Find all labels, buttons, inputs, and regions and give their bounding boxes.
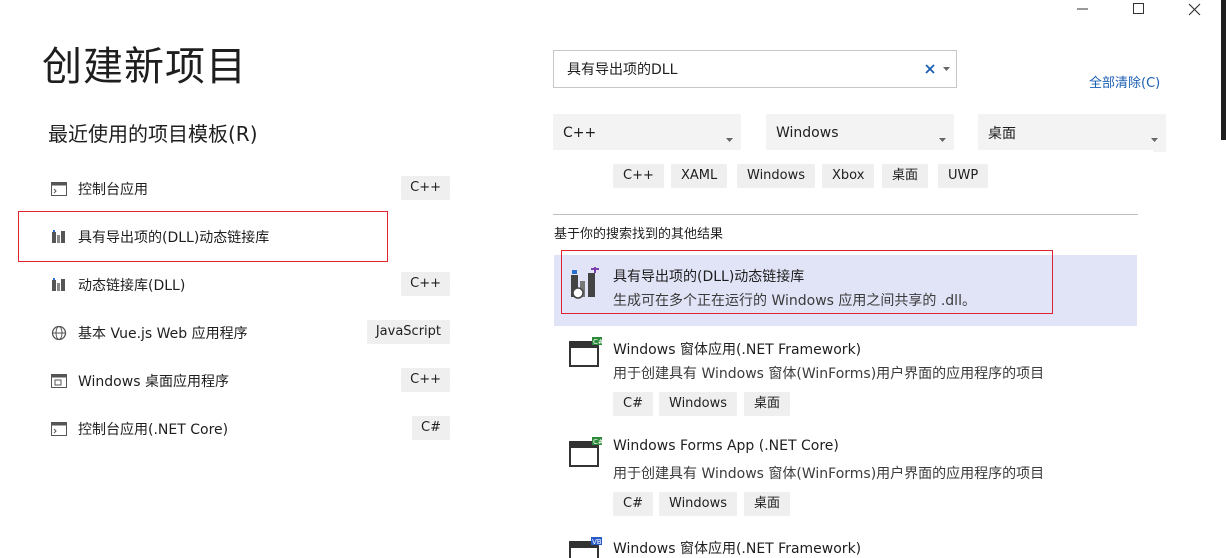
tag-chip: 桌面: [882, 164, 929, 188]
platform-filter[interactable]: Windows: [766, 114, 954, 152]
recent-item-label: 控制台应用: [78, 182, 148, 198]
result-item-winforms-netcore[interactable]: C# Windows Forms App (.NET Core) 用于创建具有 …: [554, 430, 1137, 525]
tag-chip: C#: [613, 492, 653, 516]
highlight-box: [561, 250, 1053, 314]
tag-chip: 桌面: [744, 492, 791, 516]
clear-all-link[interactable]: 全部清除(C): [1089, 72, 1160, 91]
chevron-down-icon[interactable]: [943, 67, 953, 71]
tag-chip: Windows: [737, 164, 816, 188]
recent-item-label: Windows 桌面应用程序: [78, 374, 229, 390]
maximize-icon: [1133, 3, 1145, 15]
language-filter[interactable]: C++: [553, 114, 741, 152]
page-title: 创建新项目: [42, 44, 247, 90]
tag-chip: C++: [613, 164, 664, 188]
maximize-button[interactable]: [1116, 0, 1162, 18]
recent-item-label: 基本 Vue.js Web 应用程序: [78, 326, 248, 342]
clear-search-icon[interactable]: [923, 62, 937, 76]
chevron-down-icon: [1151, 130, 1158, 146]
other-results-heading: 基于你的搜索找到的其他结果: [554, 227, 724, 242]
recent-item-console-app[interactable]: 控制台应用 C++: [50, 174, 450, 204]
tag-chip: Xbox: [822, 164, 875, 188]
result-item-winforms-framework[interactable]: C# Windows 窗体应用(.NET Framework) 用于创建具有 W…: [554, 330, 1137, 425]
close-button[interactable]: [1171, 0, 1217, 18]
result-description: 用于创建具有 Windows 窗体(WinForms)用户界面的应用程序的项目: [613, 466, 1045, 482]
recent-templates-title: 最近使用的项目模板(R): [48, 122, 258, 146]
language-tag: C#: [412, 416, 450, 440]
minimize-button[interactable]: [1060, 0, 1106, 18]
search-input[interactable]: [554, 53, 923, 85]
divider: [553, 214, 1138, 215]
result-name: Windows Forms App (.NET Core): [613, 438, 839, 454]
result-name: Windows 窗体应用(.NET Framework): [613, 541, 862, 557]
result-name: Windows 窗体应用(.NET Framework): [613, 342, 862, 358]
tag-chip: 桌面: [744, 392, 791, 416]
language-tag: C++: [401, 176, 450, 200]
project-type-filter[interactable]: 桌面: [978, 114, 1166, 152]
recent-item-windows-desktop[interactable]: Windows 桌面应用程序 C++: [50, 366, 450, 396]
recent-item-label: 控制台应用(.NET Core): [78, 422, 229, 438]
filter-value: C++: [563, 125, 597, 141]
chevron-down-icon: [726, 130, 733, 146]
language-tag: JavaScript: [366, 320, 450, 344]
tag-chip: UWP: [938, 164, 989, 188]
filter-value: Windows: [776, 125, 839, 141]
highlight-box: [18, 211, 388, 262]
svg-text:C#: C#: [593, 438, 602, 446]
winforms-vb-icon: VB: [568, 536, 602, 558]
winforms-csharp-icon: C#: [568, 336, 604, 370]
result-description: 用于创建具有 Windows 窗体(WinForms)用户界面的应用程序的项目: [613, 366, 1045, 382]
winforms-csharp-icon: C#: [568, 436, 604, 470]
scrollbar[interactable]: [1221, 0, 1226, 140]
search-box[interactable]: [553, 50, 957, 88]
recent-item-dll[interactable]: 动态链接库(DLL) C++: [50, 270, 450, 300]
desktop-app-icon: [50, 372, 68, 390]
console-app-icon: [50, 180, 68, 198]
svg-text:C#: C#: [593, 338, 602, 346]
tag-chip: XAML: [671, 164, 728, 188]
recent-item-vue-web[interactable]: 基本 Vue.js Web 应用程序 JavaScript: [50, 318, 450, 348]
filter-value: 桌面: [988, 126, 1016, 142]
console-app-icon: [50, 420, 68, 438]
language-tag: C++: [401, 368, 450, 392]
clip-overlay: [553, 150, 1153, 164]
minimize-icon: [1077, 8, 1089, 10]
tag-chip: Windows: [659, 492, 738, 516]
web-globe-icon: [50, 324, 68, 342]
svg-text:VB: VB: [592, 538, 602, 546]
chevron-down-icon: [939, 130, 946, 146]
tag-chip: C#: [613, 392, 653, 416]
tag-chip: Windows: [659, 392, 738, 416]
close-icon: [1188, 3, 1201, 16]
result-item-winforms-vb[interactable]: VB Windows 窗体应用(.NET Framework): [554, 530, 1137, 558]
dll-icon: [50, 276, 68, 294]
recent-item-label: 动态链接库(DLL): [78, 278, 186, 294]
language-tag: C++: [401, 272, 450, 296]
recent-item-console-netcore[interactable]: 控制台应用(.NET Core) C#: [50, 414, 450, 444]
